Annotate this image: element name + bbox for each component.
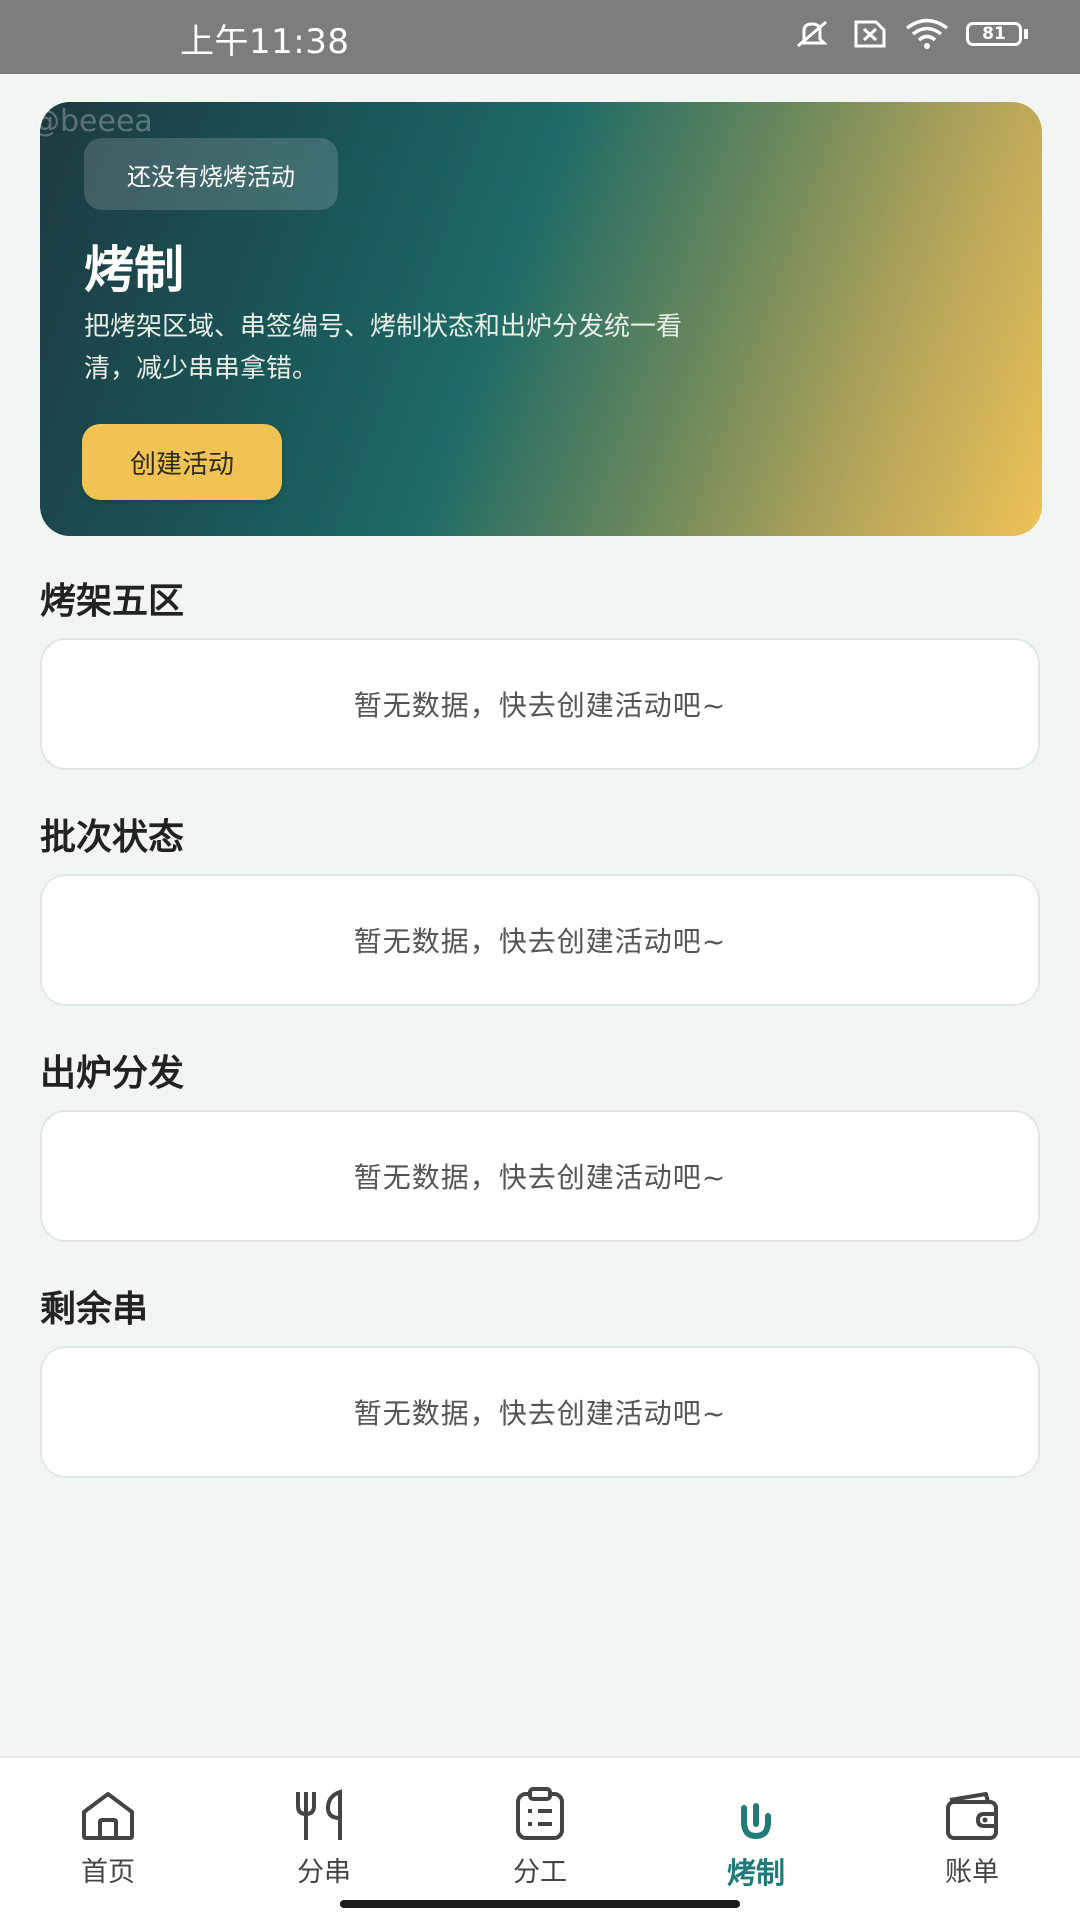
nav-item-grill[interactable]: 烤制 [676,1780,836,1892]
nav-label: 烤制 [726,1856,785,1890]
section-title-grill-zones: 烤架五区 [40,581,185,622]
empty-state-text: 暂无数据，快去创建活动吧~ [353,1397,727,1430]
remaining-skewers-card: 暂无数据，快去创建活动吧~ [40,1346,1040,1478]
home-indicator[interactable] [340,1900,740,1908]
nav-item-skewers[interactable]: 分串 [244,1780,404,1889]
status-icons: 81 [792,18,1028,50]
batch-status-card: 暂无数据，快去创建活动吧~ [40,874,1040,1006]
section-title-remaining-skewers: 剩余串 [40,1289,149,1330]
home-icon [78,1780,138,1842]
battery-icon: 81 [966,22,1028,46]
grill-zones-card: 暂无数据，快去创建活动吧~ [40,638,1040,770]
section-title-batch-status: 批次状态 [40,817,185,858]
hero-status-badge: 还没有烧烤活动 [84,138,338,210]
empty-state-text: 暂无数据，快去创建活动吧~ [353,1161,727,1194]
mute-icon [792,19,832,49]
section-title-distribution: 出炉分发 [40,1053,185,1094]
status-bar: 上午11:38 81 [0,0,1080,74]
hero-description: 把烤架区域、串签编号、烤制状态和出炉分发统一看清，减少串串拿错。 [84,312,683,384]
nav-item-bill[interactable]: 账单 [892,1780,1052,1889]
create-activity-button[interactable]: 创建活动 [82,424,282,500]
empty-state-text: 暂无数据，快去创建活动吧~ [353,689,727,722]
page-title: 烤制 [84,241,184,299]
hero-card: 还没有烧烤活动 烤制 把烤架区域、串签编号、烤制状态和出炉分发统一看清，减少串串… [40,102,1042,536]
empty-state-text: 暂无数据，快去创建活动吧~ [353,925,727,958]
no-sim-icon [848,19,888,49]
app-screen: 上午11:38 81 还没有烧烤活动 烤制 把烤架区域、串签编号、烤制状态和出炉… [0,0,1080,1920]
nav-item-home[interactable]: 首页 [28,1780,188,1889]
grill-icon [734,1780,778,1842]
nav-label: 分工 [513,1857,567,1888]
battery-level: 81 [966,22,1022,46]
wallet-icon [942,1780,1002,1842]
nav-label: 账单 [945,1857,999,1888]
wifi-icon [904,18,950,50]
nav-label: 首页 [81,1857,135,1888]
status-time: 上午11:38 [180,22,350,62]
watermark: @beeea [30,104,153,139]
bottom-nav: 首页 分串 分工 烤制 账单 [0,1756,1080,1920]
nav-item-tasks[interactable]: 分工 [460,1780,620,1889]
nav-label: 分串 [297,1857,351,1888]
distribution-card: 暂无数据，快去创建活动吧~ [40,1110,1040,1242]
skewer-icon [292,1780,356,1842]
clipboard-icon [512,1780,568,1842]
